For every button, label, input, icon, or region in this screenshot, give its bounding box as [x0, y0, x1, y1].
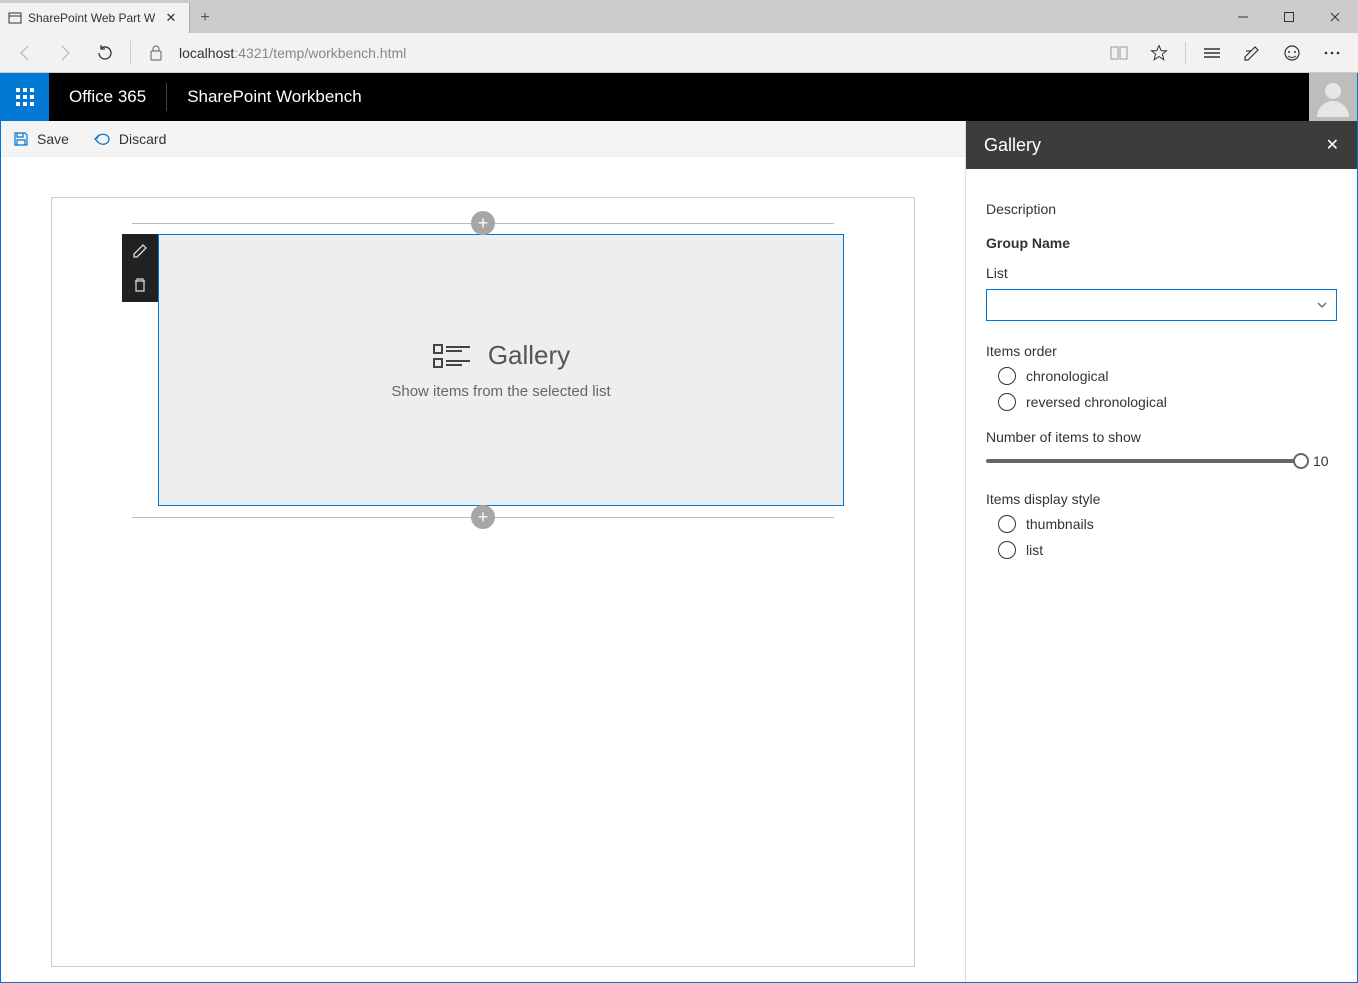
num-items-slider[interactable]: 10	[986, 453, 1337, 469]
radio-icon	[998, 515, 1016, 533]
webpart-toolbar	[122, 234, 158, 302]
slider-track	[986, 459, 1301, 463]
browser-address-bar: localhost:4321/temp/workbench.html	[0, 33, 1358, 73]
window-maximize-button[interactable]	[1266, 0, 1312, 33]
nav-back-button[interactable]	[8, 36, 42, 70]
pane-body: Description Group Name List Items order …	[966, 169, 1357, 585]
url-path: :4321/temp/workbench.html	[234, 45, 406, 61]
webpart-title: Gallery	[488, 340, 570, 371]
section-divider-top: +	[122, 216, 844, 230]
hub-icon[interactable]	[1194, 36, 1230, 70]
person-icon	[1313, 77, 1353, 117]
site-info-icon[interactable]	[139, 36, 173, 70]
nav-refresh-button[interactable]	[88, 36, 122, 70]
webpart-subtitle: Show items from the selected list	[391, 383, 610, 400]
new-tab-button[interactable]: +	[190, 3, 220, 33]
radio-label: reversed chronological	[1026, 394, 1167, 410]
tab-title: SharePoint Web Part W	[28, 11, 161, 25]
undo-icon	[93, 131, 111, 147]
add-webpart-button-bottom[interactable]: +	[471, 505, 495, 529]
add-webpart-button-top[interactable]: +	[471, 211, 495, 235]
order-option-chronological[interactable]: chronological	[998, 367, 1337, 385]
list-field-label: List	[986, 265, 1337, 281]
items-order-label: Items order	[986, 343, 1337, 359]
pencil-icon	[132, 243, 148, 259]
list-dropdown[interactable]	[986, 289, 1337, 321]
window-controls	[1220, 0, 1358, 33]
pane-description-label: Description	[986, 201, 1337, 217]
order-option-reversed[interactable]: reversed chronological	[998, 393, 1337, 411]
page-canvas: + Gallery Show items from the selected l…	[51, 197, 915, 967]
nav-forward-button[interactable]	[48, 36, 82, 70]
save-icon	[13, 131, 29, 147]
display-style-label: Items display style	[986, 491, 1337, 507]
chevron-down-icon	[1316, 299, 1328, 311]
save-label: Save	[37, 131, 69, 147]
radio-icon	[998, 367, 1016, 385]
pane-group-name: Group Name	[986, 235, 1337, 251]
gallery-webpart[interactable]: Gallery Show items from the selected lis…	[158, 234, 844, 506]
radio-icon	[998, 541, 1016, 559]
window-minimize-button[interactable]	[1220, 0, 1266, 33]
slider-thumb[interactable]	[1293, 453, 1309, 469]
radio-icon	[998, 393, 1016, 411]
url-host: localhost	[179, 45, 234, 61]
radio-label: chronological	[1026, 368, 1109, 384]
webpart-title-row: Gallery	[432, 340, 570, 371]
list-icon	[432, 341, 472, 371]
browser-tab[interactable]: SharePoint Web Part W ✕	[0, 3, 190, 33]
edit-webpart-button[interactable]	[122, 234, 158, 268]
app-launcher-button[interactable]	[1, 73, 49, 121]
share-icon[interactable]	[1274, 36, 1310, 70]
slider-value: 10	[1313, 453, 1337, 469]
property-pane: Gallery ✕ Description Group Name List It…	[965, 121, 1357, 982]
discard-button[interactable]: Discard	[81, 121, 178, 156]
delete-webpart-button[interactable]	[122, 268, 158, 302]
window-close-button[interactable]	[1312, 0, 1358, 33]
more-icon[interactable]	[1314, 36, 1350, 70]
app-title: SharePoint Workbench	[167, 87, 382, 107]
style-option-thumbnails[interactable]: thumbnails	[998, 515, 1337, 533]
webpart-row: Gallery Show items from the selected lis…	[122, 234, 844, 506]
separator	[130, 41, 131, 65]
tab-close-button[interactable]: ✕	[161, 10, 181, 26]
pane-close-button[interactable]: ✕	[1326, 135, 1339, 155]
brand-label[interactable]: Office 365	[49, 83, 167, 111]
save-button[interactable]: Save	[1, 121, 81, 156]
trash-icon	[133, 277, 147, 293]
num-items-label: Number of items to show	[986, 429, 1337, 445]
discard-label: Discard	[119, 131, 166, 147]
reading-view-icon[interactable]	[1101, 36, 1137, 70]
page-icon	[8, 11, 22, 25]
app-frame: Office 365 SharePoint Workbench Save Dis…	[0, 73, 1358, 983]
section-divider-bottom: +	[122, 510, 844, 524]
separator	[1185, 42, 1186, 64]
favorite-icon[interactable]	[1141, 36, 1177, 70]
radio-label: list	[1026, 542, 1043, 558]
browser-tab-bar: SharePoint Web Part W ✕ +	[0, 0, 1358, 33]
pane-header: Gallery ✕	[966, 121, 1357, 169]
waffle-icon	[16, 88, 34, 106]
style-option-list[interactable]: list	[998, 541, 1337, 559]
canvas-scroll[interactable]: + Gallery Show items from the selected l…	[1, 157, 965, 982]
pane-title: Gallery	[984, 135, 1041, 156]
user-avatar[interactable]	[1309, 73, 1357, 121]
radio-label: thumbnails	[1026, 516, 1094, 532]
notes-icon[interactable]	[1234, 36, 1270, 70]
suite-bar: Office 365 SharePoint Workbench	[1, 73, 1357, 121]
address-field[interactable]: localhost:4321/temp/workbench.html	[179, 45, 1095, 61]
